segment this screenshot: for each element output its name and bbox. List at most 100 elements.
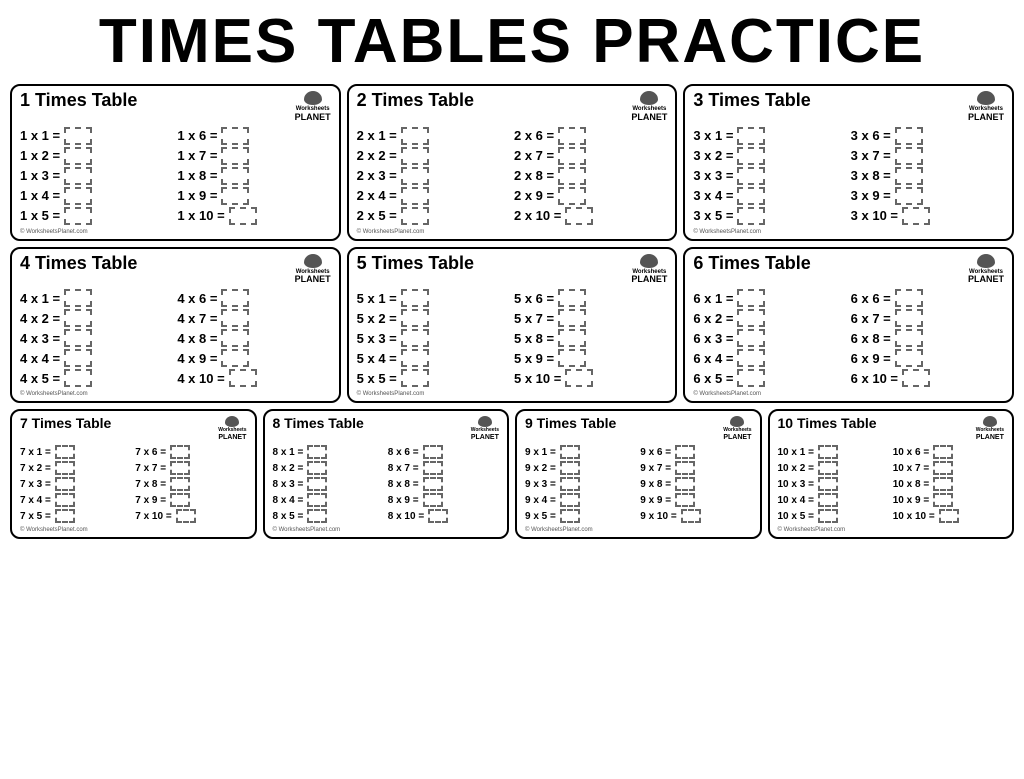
answer-box[interactable] <box>221 147 249 165</box>
answer-box[interactable] <box>565 207 593 225</box>
answer-box[interactable] <box>933 477 953 491</box>
answer-box[interactable] <box>558 309 586 327</box>
answer-box[interactable] <box>401 127 429 145</box>
answer-box[interactable] <box>560 493 580 507</box>
answer-box[interactable] <box>64 167 92 185</box>
answer-box[interactable] <box>558 187 586 205</box>
answer-box[interactable] <box>818 461 838 475</box>
answer-box[interactable] <box>558 127 586 145</box>
answer-box[interactable] <box>170 461 190 475</box>
answer-box[interactable] <box>675 493 695 507</box>
answer-box[interactable] <box>933 445 953 459</box>
answer-box[interactable] <box>558 167 586 185</box>
answer-box[interactable] <box>221 349 249 367</box>
answer-box[interactable] <box>176 509 196 523</box>
answer-box[interactable] <box>55 461 75 475</box>
answer-box[interactable] <box>64 329 92 347</box>
answer-box[interactable] <box>221 187 249 205</box>
answer-box[interactable] <box>401 309 429 327</box>
answer-box[interactable] <box>560 461 580 475</box>
answer-box[interactable] <box>401 147 429 165</box>
answer-box[interactable] <box>675 445 695 459</box>
answer-box[interactable] <box>55 477 75 491</box>
answer-box[interactable] <box>221 127 249 145</box>
answer-box[interactable] <box>64 207 92 225</box>
answer-box[interactable] <box>737 309 765 327</box>
answer-box[interactable] <box>64 127 92 145</box>
answer-box[interactable] <box>221 309 249 327</box>
answer-box[interactable] <box>818 477 838 491</box>
answer-box[interactable] <box>675 477 695 491</box>
answer-box[interactable] <box>401 207 429 225</box>
answer-box[interactable] <box>401 349 429 367</box>
answer-box[interactable] <box>818 445 838 459</box>
answer-box[interactable] <box>401 329 429 347</box>
answer-box[interactable] <box>895 147 923 165</box>
answer-box[interactable] <box>428 509 448 523</box>
answer-box[interactable] <box>55 509 75 523</box>
answer-box[interactable] <box>170 493 190 507</box>
answer-box[interactable] <box>64 289 92 307</box>
answer-box[interactable] <box>902 207 930 225</box>
answer-box[interactable] <box>423 461 443 475</box>
answer-box[interactable] <box>401 187 429 205</box>
answer-box[interactable] <box>565 369 593 387</box>
answer-box[interactable] <box>933 461 953 475</box>
answer-box[interactable] <box>933 493 953 507</box>
answer-box[interactable] <box>423 445 443 459</box>
answer-box[interactable] <box>560 477 580 491</box>
answer-box[interactable] <box>558 349 586 367</box>
answer-box[interactable] <box>737 349 765 367</box>
answer-box[interactable] <box>229 207 257 225</box>
answer-box[interactable] <box>895 187 923 205</box>
answer-box[interactable] <box>895 349 923 367</box>
answer-box[interactable] <box>895 127 923 145</box>
answer-box[interactable] <box>64 309 92 327</box>
answer-box[interactable] <box>221 329 249 347</box>
answer-box[interactable] <box>895 289 923 307</box>
answer-box[interactable] <box>737 147 765 165</box>
answer-box[interactable] <box>939 509 959 523</box>
answer-box[interactable] <box>423 477 443 491</box>
answer-box[interactable] <box>675 461 695 475</box>
answer-box[interactable] <box>64 147 92 165</box>
answer-box[interactable] <box>895 309 923 327</box>
answer-box[interactable] <box>229 369 257 387</box>
answer-box[interactable] <box>737 329 765 347</box>
answer-box[interactable] <box>401 289 429 307</box>
answer-box[interactable] <box>401 369 429 387</box>
answer-box[interactable] <box>737 289 765 307</box>
answer-box[interactable] <box>558 289 586 307</box>
answer-box[interactable] <box>307 509 327 523</box>
answer-box[interactable] <box>221 289 249 307</box>
answer-box[interactable] <box>55 445 75 459</box>
answer-box[interactable] <box>681 509 701 523</box>
answer-box[interactable] <box>560 509 580 523</box>
answer-box[interactable] <box>64 187 92 205</box>
answer-box[interactable] <box>55 493 75 507</box>
answer-box[interactable] <box>895 167 923 185</box>
answer-box[interactable] <box>307 461 327 475</box>
answer-box[interactable] <box>64 349 92 367</box>
answer-box[interactable] <box>401 167 429 185</box>
answer-box[interactable] <box>170 445 190 459</box>
answer-box[interactable] <box>64 369 92 387</box>
answer-box[interactable] <box>737 207 765 225</box>
answer-box[interactable] <box>818 509 838 523</box>
answer-box[interactable] <box>423 493 443 507</box>
answer-box[interactable] <box>737 369 765 387</box>
answer-box[interactable] <box>307 445 327 459</box>
answer-box[interactable] <box>558 329 586 347</box>
answer-box[interactable] <box>558 147 586 165</box>
answer-box[interactable] <box>307 477 327 491</box>
answer-box[interactable] <box>902 369 930 387</box>
answer-box[interactable] <box>307 493 327 507</box>
answer-box[interactable] <box>560 445 580 459</box>
answer-box[interactable] <box>737 167 765 185</box>
answer-box[interactable] <box>818 493 838 507</box>
answer-box[interactable] <box>221 167 249 185</box>
answer-box[interactable] <box>895 329 923 347</box>
answer-box[interactable] <box>737 187 765 205</box>
answer-box[interactable] <box>170 477 190 491</box>
answer-box[interactable] <box>737 127 765 145</box>
